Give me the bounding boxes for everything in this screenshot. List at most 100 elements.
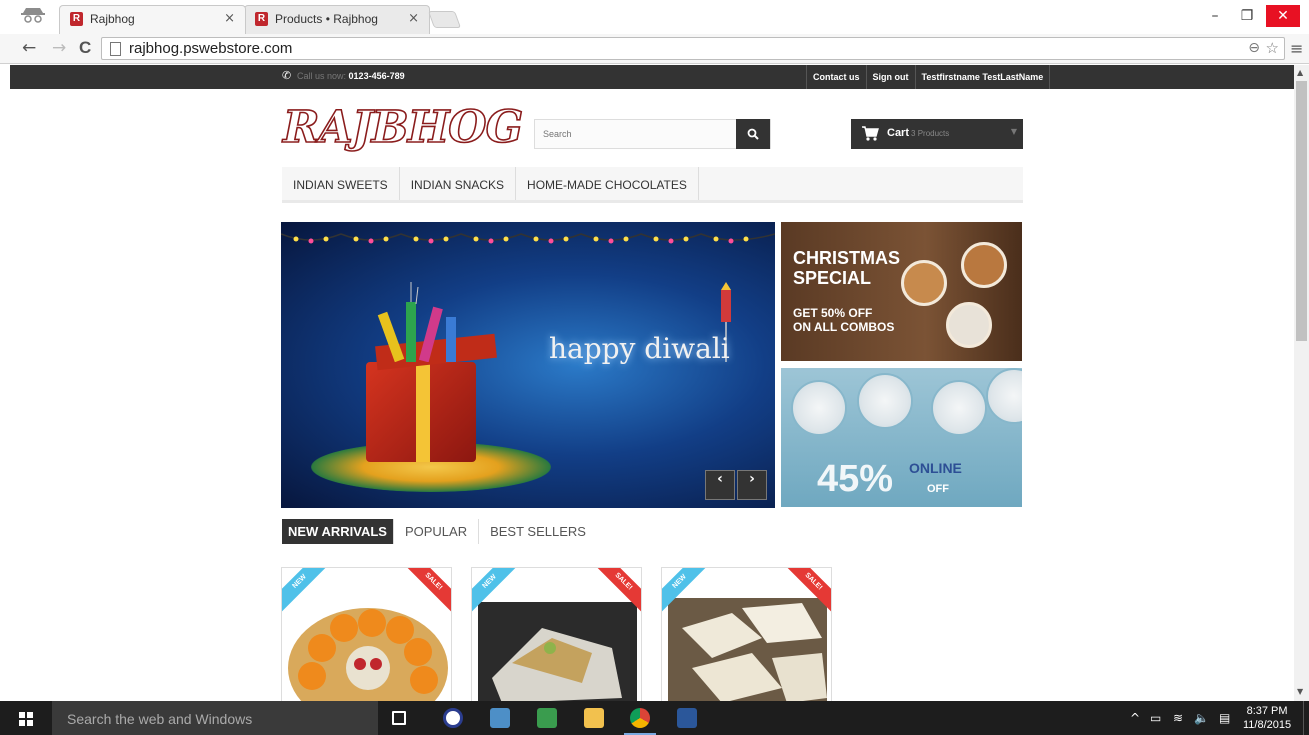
bookmark-star-icon[interactable]: ☆ xyxy=(1266,39,1279,57)
phone-number: 0123-456-789 xyxy=(348,71,405,81)
off-label: OFF xyxy=(927,483,949,495)
call-us-text: Call us now: 0123-456-789 xyxy=(297,71,405,81)
site-logo[interactable]: RAJBHOG xyxy=(282,101,524,154)
christmas-special-banner[interactable]: CHRISTMAS SPECIAL GET 50% OFF ON ALL COM… xyxy=(781,222,1022,361)
search-box xyxy=(534,119,771,149)
cart-button[interactable]: Cart 3 Products ▼ xyxy=(851,119,1023,149)
browser-toolbar: ← → C rajbhog.pswebstore.com ⊖ ☆ ≡ xyxy=(0,34,1309,64)
product-tabs: NEW ARRIVALS POPULAR BEST SELLERS xyxy=(282,519,597,544)
logo-text: RAJBHOG xyxy=(282,101,524,154)
battery-icon[interactable]: ▭ xyxy=(1150,711,1161,725)
gift-ribbon xyxy=(416,362,430,462)
browser-tab-strip: R Rajbhog × R Products • Rajbhog × – ❐ ✕ xyxy=(0,0,1309,34)
page-viewport: ✆ Call us now: 0123-456-789 Contact us S… xyxy=(0,65,1294,701)
scrollbar-thumb[interactable] xyxy=(1296,81,1307,341)
tab-title: Rajbhog xyxy=(90,12,135,26)
slider-prev-button[interactable]: ‹ xyxy=(705,470,735,500)
window-close-button[interactable]: ✕ xyxy=(1266,5,1300,27)
top-links: Contact us Sign out Testfirstname TestLa… xyxy=(806,65,1051,89)
volume-icon[interactable]: 🔈 xyxy=(1194,711,1209,725)
discount-percent: 45% xyxy=(817,458,894,500)
cart-label: Cart 3 Products xyxy=(887,127,949,139)
tab-title: Products • Rajbhog xyxy=(275,12,378,26)
zoom-icon[interactable]: ⊖ xyxy=(1248,40,1260,56)
page-icon xyxy=(110,42,121,56)
new-tab-button[interactable] xyxy=(427,11,462,28)
menu-item-indian-snacks[interactable]: INDIAN SNACKS xyxy=(400,167,517,200)
account-name-link[interactable]: Testfirstname TestLastName xyxy=(914,65,1051,89)
show-desktop-button[interactable] xyxy=(1303,701,1304,735)
snowman-cupcake xyxy=(857,373,913,429)
tab-new-arrivals[interactable]: NEW ARRIVALS xyxy=(282,519,394,544)
product-card[interactable]: NEW SALE! xyxy=(471,567,642,701)
tab-popular[interactable]: POPULAR xyxy=(394,519,480,544)
word-icon[interactable] xyxy=(677,708,697,728)
tab-close-icon[interactable]: × xyxy=(224,11,235,26)
back-arrow-icon[interactable]: ← xyxy=(22,38,36,58)
chevron-down-icon: ▼ xyxy=(1010,127,1017,136)
slider-next-button[interactable]: › xyxy=(737,470,767,500)
address-bar[interactable]: rajbhog.pswebstore.com ⊖ ☆ xyxy=(101,37,1285,60)
clock-date: 11/8/2015 xyxy=(1243,719,1292,731)
hero-slider[interactable]: happy diwali ‹ › xyxy=(281,222,775,508)
file-explorer-icon[interactable] xyxy=(584,708,604,728)
product-image xyxy=(288,608,448,701)
slider-arrows: ‹ › xyxy=(705,470,767,500)
slider-caption: happy diwali xyxy=(549,332,730,365)
product-card[interactable]: NEW SALE! xyxy=(661,567,832,701)
christmas-offer: GET 50% OFF ON ALL COMBOS xyxy=(793,306,894,334)
phone-icon: ✆ xyxy=(282,69,292,82)
string-lights xyxy=(281,233,775,244)
windows-taskbar: Search the web and Windows ^ ▭ ≋ 🔈 ▤ 8:3… xyxy=(0,701,1309,735)
scroll-down-icon[interactable]: ▼ xyxy=(1297,687,1303,696)
tab-best-sellers[interactable]: BEST SELLERS xyxy=(479,519,597,544)
search-icon xyxy=(747,128,759,140)
rajbhog-favicon-icon: R xyxy=(255,12,268,26)
tab-products-rajbhog[interactable]: R Products • Rajbhog × xyxy=(244,5,430,34)
site-top-bar: ✆ Call us now: 0123-456-789 Contact us S… xyxy=(10,65,1294,89)
chrome-icon[interactable] xyxy=(624,708,656,735)
call-label: Call us now: xyxy=(297,71,347,81)
editor-app-icon[interactable] xyxy=(537,708,557,728)
christmas-title-line1: CHRISTMAS xyxy=(793,248,900,268)
taskbar-search-placeholder: Search the web and Windows xyxy=(67,711,253,727)
snowman-cupcake xyxy=(931,380,987,436)
windows-start-icon[interactable] xyxy=(19,712,33,726)
restore-button[interactable]: ❐ xyxy=(1232,5,1262,27)
page-scrollbar[interactable]: ▲ ▼ xyxy=(1294,65,1309,701)
task-view-icon[interactable] xyxy=(392,711,406,725)
firecrackers xyxy=(377,282,456,362)
contact-us-link[interactable]: Contact us xyxy=(806,65,866,89)
reload-icon[interactable]: C xyxy=(79,38,91,58)
tab-close-icon[interactable]: × xyxy=(408,11,419,26)
menu-item-indian-sweets[interactable]: INDIAN SWEETS xyxy=(282,167,400,200)
online-offer-banner[interactable]: 45% ONLINE OFF xyxy=(781,368,1022,507)
tab-rajbhog[interactable]: R Rajbhog × xyxy=(59,5,246,34)
chrome-menu-icon[interactable]: ≡ xyxy=(1290,39,1303,58)
tray-chevron-icon[interactable]: ^ xyxy=(1130,711,1140,725)
scroll-up-icon[interactable]: ▲ xyxy=(1297,68,1303,77)
main-menu: INDIAN SWEETS INDIAN SNACKS HOME-MADE CH… xyxy=(282,167,1023,203)
christmas-offer-line1: GET 50% OFF xyxy=(793,306,873,320)
cart-icon xyxy=(862,126,879,141)
cookie-star xyxy=(946,302,992,348)
menu-item-home-made-chocolates[interactable]: HOME-MADE CHOCOLATES xyxy=(516,167,699,200)
forward-arrow-icon[interactable]: → xyxy=(52,38,66,58)
minimize-button[interactable]: – xyxy=(1200,5,1230,27)
sign-out-link[interactable]: Sign out xyxy=(865,65,915,89)
action-center-icon[interactable]: ▤ xyxy=(1219,711,1230,725)
wifi-icon[interactable]: ≋ xyxy=(1173,711,1183,725)
search-input[interactable] xyxy=(535,120,738,148)
taskbar-clock[interactable]: 8:37 PM 11/8/2015 xyxy=(1243,704,1291,732)
url-text[interactable]: rajbhog.pswebstore.com xyxy=(129,40,292,57)
app-icon[interactable] xyxy=(490,708,510,728)
rajbhog-favicon-icon: R xyxy=(70,12,83,26)
online-label: ONLINE xyxy=(909,460,962,476)
taskbar-search-box[interactable]: Search the web and Windows xyxy=(52,701,378,735)
product-card[interactable]: NEW SALE! xyxy=(281,567,452,701)
edge-icon[interactable] xyxy=(443,708,463,728)
cookie-tree xyxy=(961,242,1007,288)
product-image xyxy=(478,602,637,701)
snowman-cupcake xyxy=(791,380,847,436)
search-button[interactable] xyxy=(736,119,770,149)
